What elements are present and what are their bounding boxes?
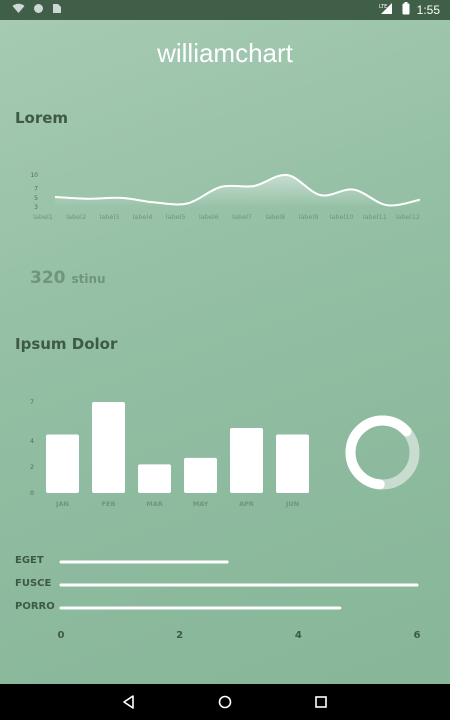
bar-chart-bar[interactable] bbox=[276, 434, 309, 494]
bar-chart-x-tick: MAR bbox=[146, 500, 163, 508]
line-chart-x-tick: label6 bbox=[199, 213, 219, 221]
bar-chart-y-tick: 4 bbox=[30, 438, 34, 445]
horizontal-bar-chart[interactable]: 0 2 4 6 bbox=[0, 550, 450, 645]
app-title: williamchart bbox=[157, 38, 293, 68]
bar-chart-x-tick: FEB bbox=[102, 500, 116, 508]
back-icon[interactable] bbox=[120, 693, 138, 711]
wifi-icon bbox=[12, 3, 25, 17]
bar-chart-y-tick: 7 bbox=[30, 399, 34, 406]
battery-icon bbox=[402, 2, 410, 18]
sync-icon bbox=[33, 3, 44, 17]
horizontal-bar-x-tick: 6 bbox=[414, 630, 421, 641]
app-screen: LTE 1:55 williamchart Lorem 3 5 7 10 label1 l… bbox=[0, 0, 450, 720]
summary-value: 320 stinu bbox=[30, 268, 106, 288]
line-chart-x-tick: label7 bbox=[232, 213, 252, 221]
line-chart-y-tick: 10 bbox=[30, 172, 38, 179]
line-chart-area bbox=[55, 174, 420, 207]
bar-chart-bar[interactable] bbox=[138, 464, 171, 493]
recents-icon[interactable] bbox=[312, 693, 330, 711]
status-bar: LTE 1:55 bbox=[0, 0, 450, 20]
bar-chart-x-tick: MAY bbox=[193, 500, 209, 508]
line-chart-x-tick: label10 bbox=[330, 213, 354, 221]
navigation-bar bbox=[0, 684, 450, 720]
line-chart-x-tick: label9 bbox=[299, 213, 319, 221]
line-chart-x-tick: label2 bbox=[66, 213, 86, 221]
bar-chart-y-tick: 2 bbox=[30, 464, 34, 471]
line-chart[interactable]: 3 5 7 10 label1 label2 label3 label4 label5 label… bbox=[0, 160, 450, 230]
line-chart-x-tick: label11 bbox=[363, 213, 387, 221]
line-chart-x-tick: label4 bbox=[133, 213, 153, 221]
bar-chart[interactable]: 0 2 4 7 JAN FEB MAR MAY APR JUN bbox=[0, 390, 320, 515]
line-chart-x-tick: label3 bbox=[99, 213, 119, 221]
bar-chart-bar[interactable] bbox=[46, 434, 79, 494]
donut-chart[interactable] bbox=[340, 410, 425, 495]
line-chart-x-tick: label12 bbox=[396, 213, 420, 221]
bar-chart-y-tick: 0 bbox=[30, 490, 34, 497]
bar-chart-x-tick: JUN bbox=[285, 500, 299, 508]
horizontal-bar-x-tick: 2 bbox=[176, 630, 183, 641]
line-chart-x-tick: label8 bbox=[265, 213, 285, 221]
horizontal-bar-x-tick: 0 bbox=[58, 630, 65, 641]
summary-value-number: 320 bbox=[30, 268, 66, 288]
bar-chart-x-tick: APR bbox=[239, 500, 254, 508]
line-chart-x-tick: label5 bbox=[166, 213, 186, 221]
line-chart-x-tick: label1 bbox=[33, 213, 53, 221]
horizontal-bar-x-tick: 4 bbox=[295, 630, 302, 641]
signal-icon: LTE bbox=[379, 2, 395, 18]
line-chart-y-tick: 7 bbox=[34, 186, 38, 193]
status-time: 1:55 bbox=[416, 3, 440, 17]
summary-value-unit: stinu bbox=[71, 272, 106, 286]
sim-card-icon bbox=[52, 3, 62, 17]
home-icon[interactable] bbox=[216, 693, 234, 711]
line-chart-y-tick: 3 bbox=[34, 204, 38, 211]
bar-chart-x-tick: JAN bbox=[55, 500, 69, 508]
bar-section-title: Ipsum Dolor bbox=[15, 335, 118, 353]
line-chart-y-tick: 5 bbox=[34, 195, 38, 202]
bar-chart-bar[interactable] bbox=[184, 457, 217, 493]
network-type-label: LTE bbox=[379, 4, 387, 10]
line-section-title: Lorem bbox=[15, 109, 69, 127]
bar-chart-bar[interactable] bbox=[230, 428, 263, 493]
bar-chart-bar[interactable] bbox=[92, 402, 125, 493]
